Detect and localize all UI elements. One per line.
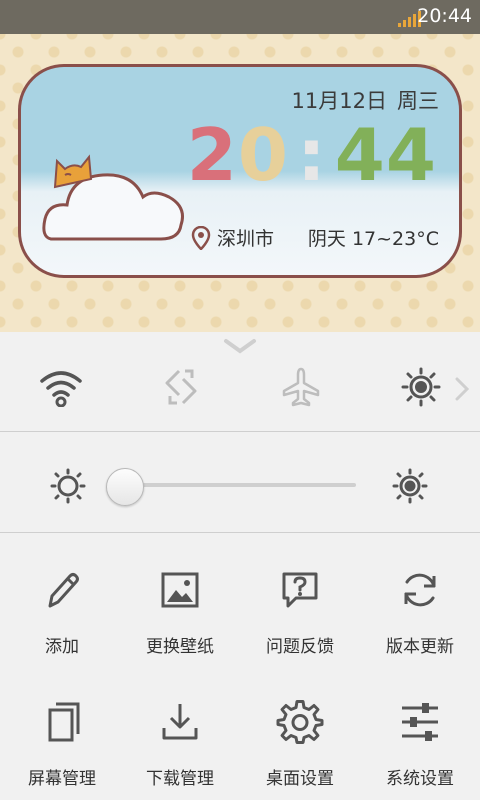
sun-icon <box>401 367 441 407</box>
system-settings-label: 系统设置 <box>386 769 454 789</box>
clock-display: 20:44 <box>187 113 437 197</box>
date-text: 11月12日 周三 <box>292 85 439 115</box>
wifi-icon <box>40 371 82 407</box>
location-text: 深圳市 <box>217 228 275 250</box>
screen-manage-label: 屏幕管理 <box>28 769 96 789</box>
divider <box>0 532 480 533</box>
action-grid: 添加 更换壁纸 问题反馈 版本更新 屏幕管理 下载管理 桌面设置 系统设置 <box>0 550 480 800</box>
chevron-right-icon[interactable] <box>454 374 470 404</box>
wallpaper: 11月12日 周三 20:44 深圳市 阴天 17~23°C <box>0 34 480 332</box>
brightness-low-icon <box>50 468 86 504</box>
version-update-label: 版本更新 <box>386 637 454 657</box>
cat-icon <box>53 154 93 189</box>
wifi-toggle[interactable] <box>38 364 84 410</box>
brightness-row <box>0 436 480 532</box>
desktop-settings-label: 桌面设置 <box>266 769 334 789</box>
status-time: 20:44 <box>417 5 472 27</box>
divider <box>0 431 480 432</box>
change-wallpaper-label: 更换壁纸 <box>146 637 214 657</box>
clock-digit-h1: 2 <box>186 113 238 197</box>
brightness-toggle[interactable] <box>398 364 444 410</box>
screens-icon <box>48 702 80 742</box>
refresh-icon <box>404 573 436 607</box>
clock-digit-m1: 4 <box>334 113 386 197</box>
clock-colon: : <box>296 113 327 197</box>
desktop-settings-button[interactable]: 桌面设置 <box>240 686 360 796</box>
system-settings-button[interactable]: 系统设置 <box>360 686 480 796</box>
feedback-button[interactable]: 问题反馈 <box>240 554 360 664</box>
brightness-high-icon <box>392 468 428 504</box>
location-pin-icon <box>191 225 211 250</box>
date: 11月12日 <box>291 89 387 113</box>
feedback-icon <box>282 572 318 608</box>
gear-icon <box>276 700 324 744</box>
change-wallpaper-button[interactable]: 更换壁纸 <box>120 554 240 664</box>
rotate-icon <box>165 369 197 405</box>
add-label: 添加 <box>45 637 79 657</box>
image-icon <box>161 572 199 608</box>
clock-digit-m2: 4 <box>385 113 437 197</box>
pencil-icon <box>48 573 79 608</box>
weekday: 周三 <box>397 89 439 113</box>
brightness-slider-track[interactable] <box>126 483 356 487</box>
download-manage-button[interactable]: 下载管理 <box>120 686 240 796</box>
download-manage-label: 下载管理 <box>146 769 214 789</box>
airplane-mode-toggle[interactable] <box>278 364 324 410</box>
status-bar: 20:44 <box>0 0 480 34</box>
sliders-icon <box>402 703 438 741</box>
toggle-row <box>0 350 480 430</box>
screen-manage-button[interactable]: 屏幕管理 <box>2 686 122 796</box>
brightness-slider-thumb[interactable] <box>106 468 144 506</box>
clock-weather-widget[interactable]: 11月12日 周三 20:44 深圳市 阴天 17~23°C <box>18 64 462 278</box>
add-button[interactable]: 添加 <box>2 554 122 664</box>
location: 深圳市 <box>191 224 274 251</box>
version-update-button[interactable]: 版本更新 <box>360 554 480 664</box>
weather-text: 阴天 17~23°C <box>307 228 439 250</box>
auto-rotate-toggle[interactable] <box>158 364 204 410</box>
airplane-icon <box>282 367 320 407</box>
feedback-label: 问题反馈 <box>266 637 334 657</box>
quick-settings-panel: 添加 更换壁纸 问题反馈 版本更新 屏幕管理 下载管理 桌面设置 系统设置 <box>0 332 480 800</box>
download-icon <box>162 704 198 740</box>
clock-digit-h2: 0 <box>237 113 289 197</box>
